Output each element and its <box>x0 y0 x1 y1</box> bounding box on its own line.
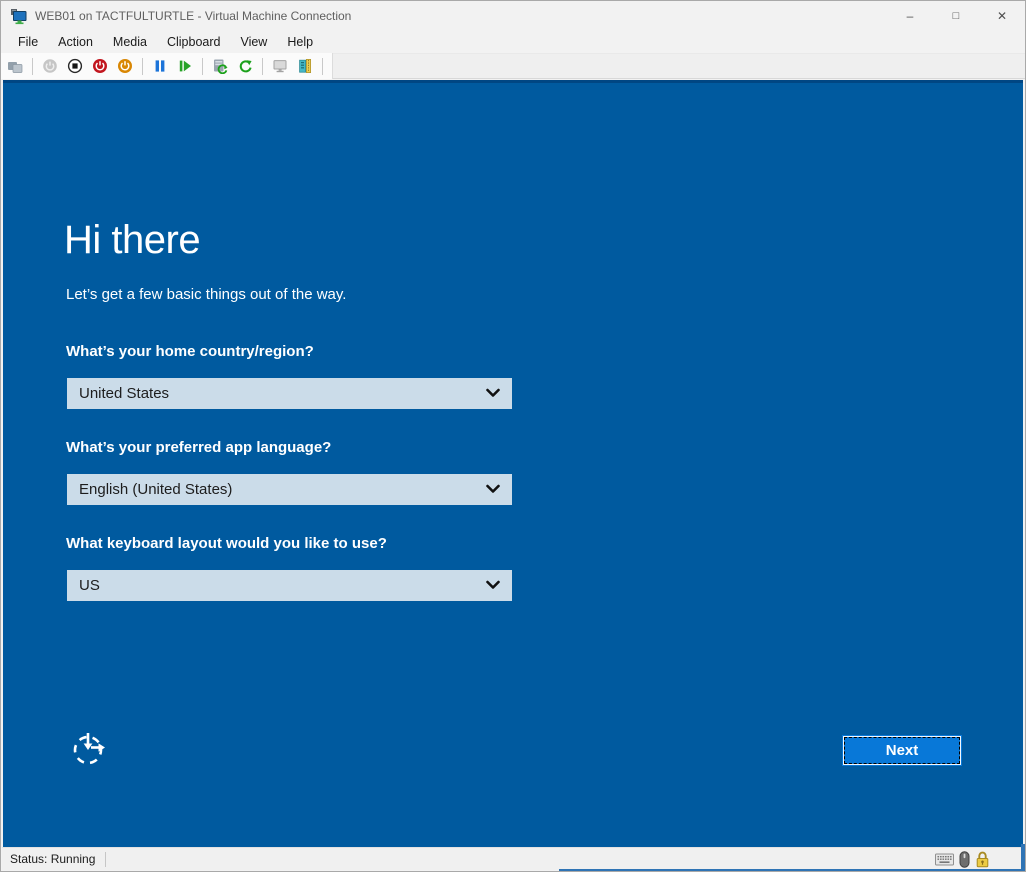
next-button[interactable]: Next <box>842 735 962 766</box>
window-title: WEB01 on TACTFULTURTLE - Virtual Machine… <box>35 9 352 23</box>
keyboard-icon <box>935 853 954 865</box>
chevron-down-icon <box>486 385 500 403</box>
toolbar-separator <box>262 57 263 75</box>
app-language-label: What’s your preferred app language? <box>66 439 332 456</box>
save-state-icon[interactable] <box>116 57 134 75</box>
shut-down-icon[interactable] <box>91 57 109 75</box>
keyboard-layout-label: What keyboard layout would you like to u… <box>66 535 387 552</box>
turn-off-icon[interactable] <box>66 57 84 75</box>
pause-icon[interactable] <box>151 57 169 75</box>
toolbar-separator <box>32 57 33 75</box>
country-region-select[interactable]: United States <box>67 378 512 409</box>
country-region-value: United States <box>79 385 170 402</box>
menu-media[interactable]: Media <box>103 33 157 51</box>
toolbar-strip <box>1 53 333 79</box>
mouse-icon <box>959 850 970 868</box>
oobe-title: Hi there <box>64 218 201 262</box>
window-edge-artifact <box>559 869 1025 871</box>
minimize-button[interactable]: – <box>887 1 933 31</box>
statusbar-indicators <box>935 850 1016 868</box>
share-icon[interactable] <box>296 57 314 75</box>
chevron-down-icon <box>486 577 500 595</box>
maximize-button[interactable]: □ <box>933 1 979 31</box>
toolbar-separator <box>202 57 203 75</box>
toolbar-separator <box>322 57 323 75</box>
menu-clipboard[interactable]: Clipboard <box>157 33 231 51</box>
ease-of-access-icon[interactable] <box>69 727 111 769</box>
keyboard-layout-value: US <box>79 577 100 594</box>
country-region-label: What’s your home country/region? <box>66 343 314 360</box>
close-button[interactable]: ✕ <box>979 1 1025 31</box>
statusbar-separator <box>105 851 107 867</box>
app-language-value: English (United States) <box>79 481 233 498</box>
reset-icon[interactable] <box>176 57 194 75</box>
lock-icon <box>976 851 989 867</box>
status-label: Status: Running <box>10 852 96 866</box>
chevron-down-icon <box>486 481 500 499</box>
next-button-label: Next <box>885 742 919 759</box>
vmconnect-window: WEB01 on TACTFULTURTLE - Virtual Machine… <box>0 0 1026 872</box>
title-bar: WEB01 on TACTFULTURTLE - Virtual Machine… <box>1 1 1025 31</box>
start-icon[interactable] <box>41 57 59 75</box>
tool-bar <box>1 53 1025 79</box>
menu-bar: File Action Media Clipboard View Help <box>1 31 1025 53</box>
menu-file[interactable]: File <box>8 33 48 51</box>
keyboard-layout-select[interactable]: US <box>67 570 512 601</box>
hyper-v-vm-icon <box>10 8 27 25</box>
oobe-subtitle: Let’s get a few basic things out of the … <box>66 286 347 303</box>
menu-help[interactable]: Help <box>277 33 323 51</box>
app-language-select[interactable]: English (United States) <box>67 474 512 505</box>
vm-display: Hi there Let’s get a few basic things ou… <box>3 80 1023 847</box>
window-edge-artifact <box>1021 844 1025 871</box>
caption-buttons: – □ ✕ <box>887 1 1025 31</box>
menu-action[interactable]: Action <box>48 33 103 51</box>
toolbar-separator <box>142 57 143 75</box>
enhanced-session-icon[interactable] <box>271 57 289 75</box>
checkpoint-icon[interactable] <box>211 57 229 75</box>
menu-view[interactable]: View <box>230 33 277 51</box>
revert-icon[interactable] <box>236 57 254 75</box>
status-bar: Status: Running <box>2 847 1024 870</box>
ctrl-alt-delete-icon[interactable] <box>6 57 24 75</box>
